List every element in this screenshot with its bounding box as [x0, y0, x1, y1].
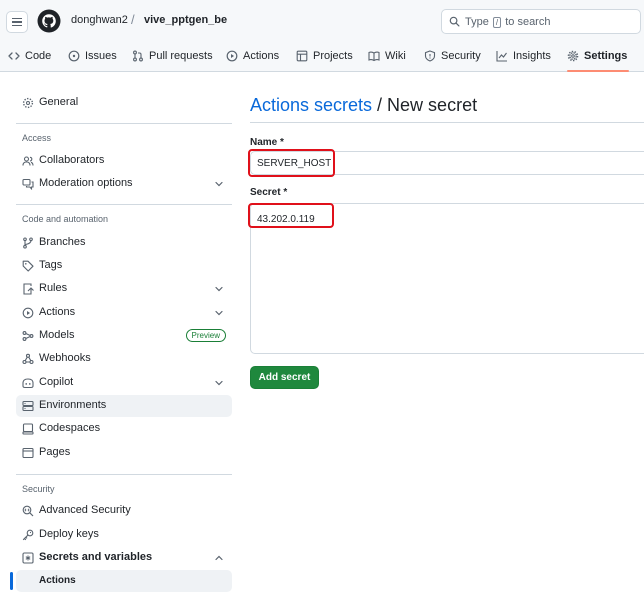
sidebar-item-branches[interactable]: Branches [16, 232, 232, 254]
name-highlight-box [248, 149, 335, 177]
secret-label: Secret * [250, 187, 288, 198]
issue-icon [68, 50, 80, 62]
tab-insights[interactable]: Insights [496, 44, 551, 72]
menu-icon [12, 17, 22, 20]
secret-highlight-box [248, 203, 334, 228]
codespaces-icon [22, 423, 34, 435]
name-label: Name * [250, 137, 284, 148]
table-icon [296, 50, 308, 62]
repo-name-link[interactable]: vive_pptgen_be [144, 14, 227, 26]
people-icon [22, 156, 34, 166]
add-secret-button[interactable]: Add secret [250, 366, 319, 389]
server-icon [22, 400, 34, 412]
repo-owner-link[interactable]: donghwan2 [71, 14, 128, 26]
title-divider [250, 122, 644, 123]
sidebar-subitem-actions[interactable]: Actions [16, 570, 232, 592]
sidebar-item-tags[interactable]: Tags [16, 255, 232, 277]
sidebar-section-security: Security [22, 484, 55, 494]
main-content: Actions secrets / New secret Name * SERV… [248, 72, 644, 597]
sidebar-item-moderation[interactable]: Moderation options [16, 173, 232, 195]
tab-pull-requests[interactable]: Pull requests [132, 44, 213, 72]
sidebar-item-actions[interactable]: Actions [16, 302, 232, 324]
settings-sidebar: General Access Collaborators Moderation … [0, 72, 240, 597]
play-icon [226, 50, 238, 62]
sidebar-divider [16, 474, 232, 475]
tab-actions[interactable]: Actions [226, 44, 279, 72]
copilot-icon [22, 378, 34, 389]
tab-settings[interactable]: Settings [567, 44, 630, 72]
sidebar-section-code-automation: Code and automation [22, 214, 109, 224]
sidebar-item-advanced-security[interactable]: Advanced Security [16, 500, 232, 522]
search-placeholder: Type / to search [465, 16, 551, 28]
active-indicator [10, 572, 13, 590]
codescan-icon [22, 505, 34, 517]
chevron-down-icon [215, 181, 223, 187]
sidebar-item-general[interactable]: General [16, 92, 232, 114]
chevron-down-icon [215, 380, 223, 386]
sidebar-item-pages[interactable]: Pages [16, 442, 232, 464]
preview-badge: Preview [185, 329, 226, 342]
sidebar-item-copilot[interactable]: Copilot [16, 372, 232, 394]
key-asterisk-icon [22, 552, 34, 564]
sidebar-divider [16, 204, 232, 205]
sidebar-item-codespaces[interactable]: Codespaces [16, 418, 232, 440]
sidebar-item-secrets-variables[interactable]: Secrets and variables [16, 547, 232, 569]
sidebar-item-webhooks[interactable]: Webhooks [16, 348, 232, 370]
models-icon [22, 331, 34, 341]
github-logo-icon[interactable] [37, 9, 61, 33]
sidebar-item-collaborators[interactable]: Collaborators [16, 150, 232, 172]
comment-discussion-icon [22, 178, 34, 190]
breadcrumb-actions-secrets-link[interactable]: Actions secrets [250, 95, 372, 115]
search-shortcut-key: / [492, 17, 502, 28]
repo-push-icon [23, 283, 34, 295]
breadcrumb-separator: / [131, 12, 135, 27]
tag-icon [22, 260, 34, 272]
sidebar-item-deploy-keys[interactable]: Deploy keys [16, 524, 232, 546]
graph-icon [496, 51, 507, 62]
sidebar-section-access: Access [22, 133, 52, 143]
chevron-up-icon [215, 555, 223, 561]
browser-icon [22, 447, 34, 459]
tab-wiki[interactable]: Wiki [368, 44, 406, 72]
pull-request-icon [133, 50, 143, 62]
sidebar-divider [16, 123, 232, 124]
tab-issues[interactable]: Issues [68, 44, 117, 72]
shield-icon [424, 50, 436, 62]
gear-icon [567, 50, 579, 62]
gear-icon [22, 97, 34, 109]
webhook-icon [22, 353, 34, 365]
search-input[interactable]: Type / to search [441, 9, 641, 34]
sidebar-item-environments[interactable]: Environments [16, 395, 232, 417]
book-icon [368, 51, 380, 62]
tab-code[interactable]: Code [8, 44, 51, 72]
repo-nav-tabs: Code Issues Pull requests Actions Projec… [0, 44, 644, 72]
chevron-down-icon [215, 286, 223, 292]
tab-projects[interactable]: Projects [296, 44, 353, 72]
page-title: Actions secrets / New secret [250, 95, 478, 115]
sidebar-item-models[interactable]: Models Preview [16, 325, 232, 347]
chevron-down-icon [215, 310, 223, 316]
menu-button[interactable] [6, 11, 28, 33]
key-icon [22, 529, 34, 541]
tab-security[interactable]: Security [424, 44, 481, 72]
code-icon [8, 52, 20, 60]
search-icon [449, 16, 460, 27]
repo-header: donghwan2 / vive_pptgen_be Type / to sea… [0, 0, 644, 72]
sidebar-item-rules[interactable]: Rules [16, 278, 232, 300]
play-icon [22, 307, 34, 319]
git-branch-icon [23, 237, 33, 249]
